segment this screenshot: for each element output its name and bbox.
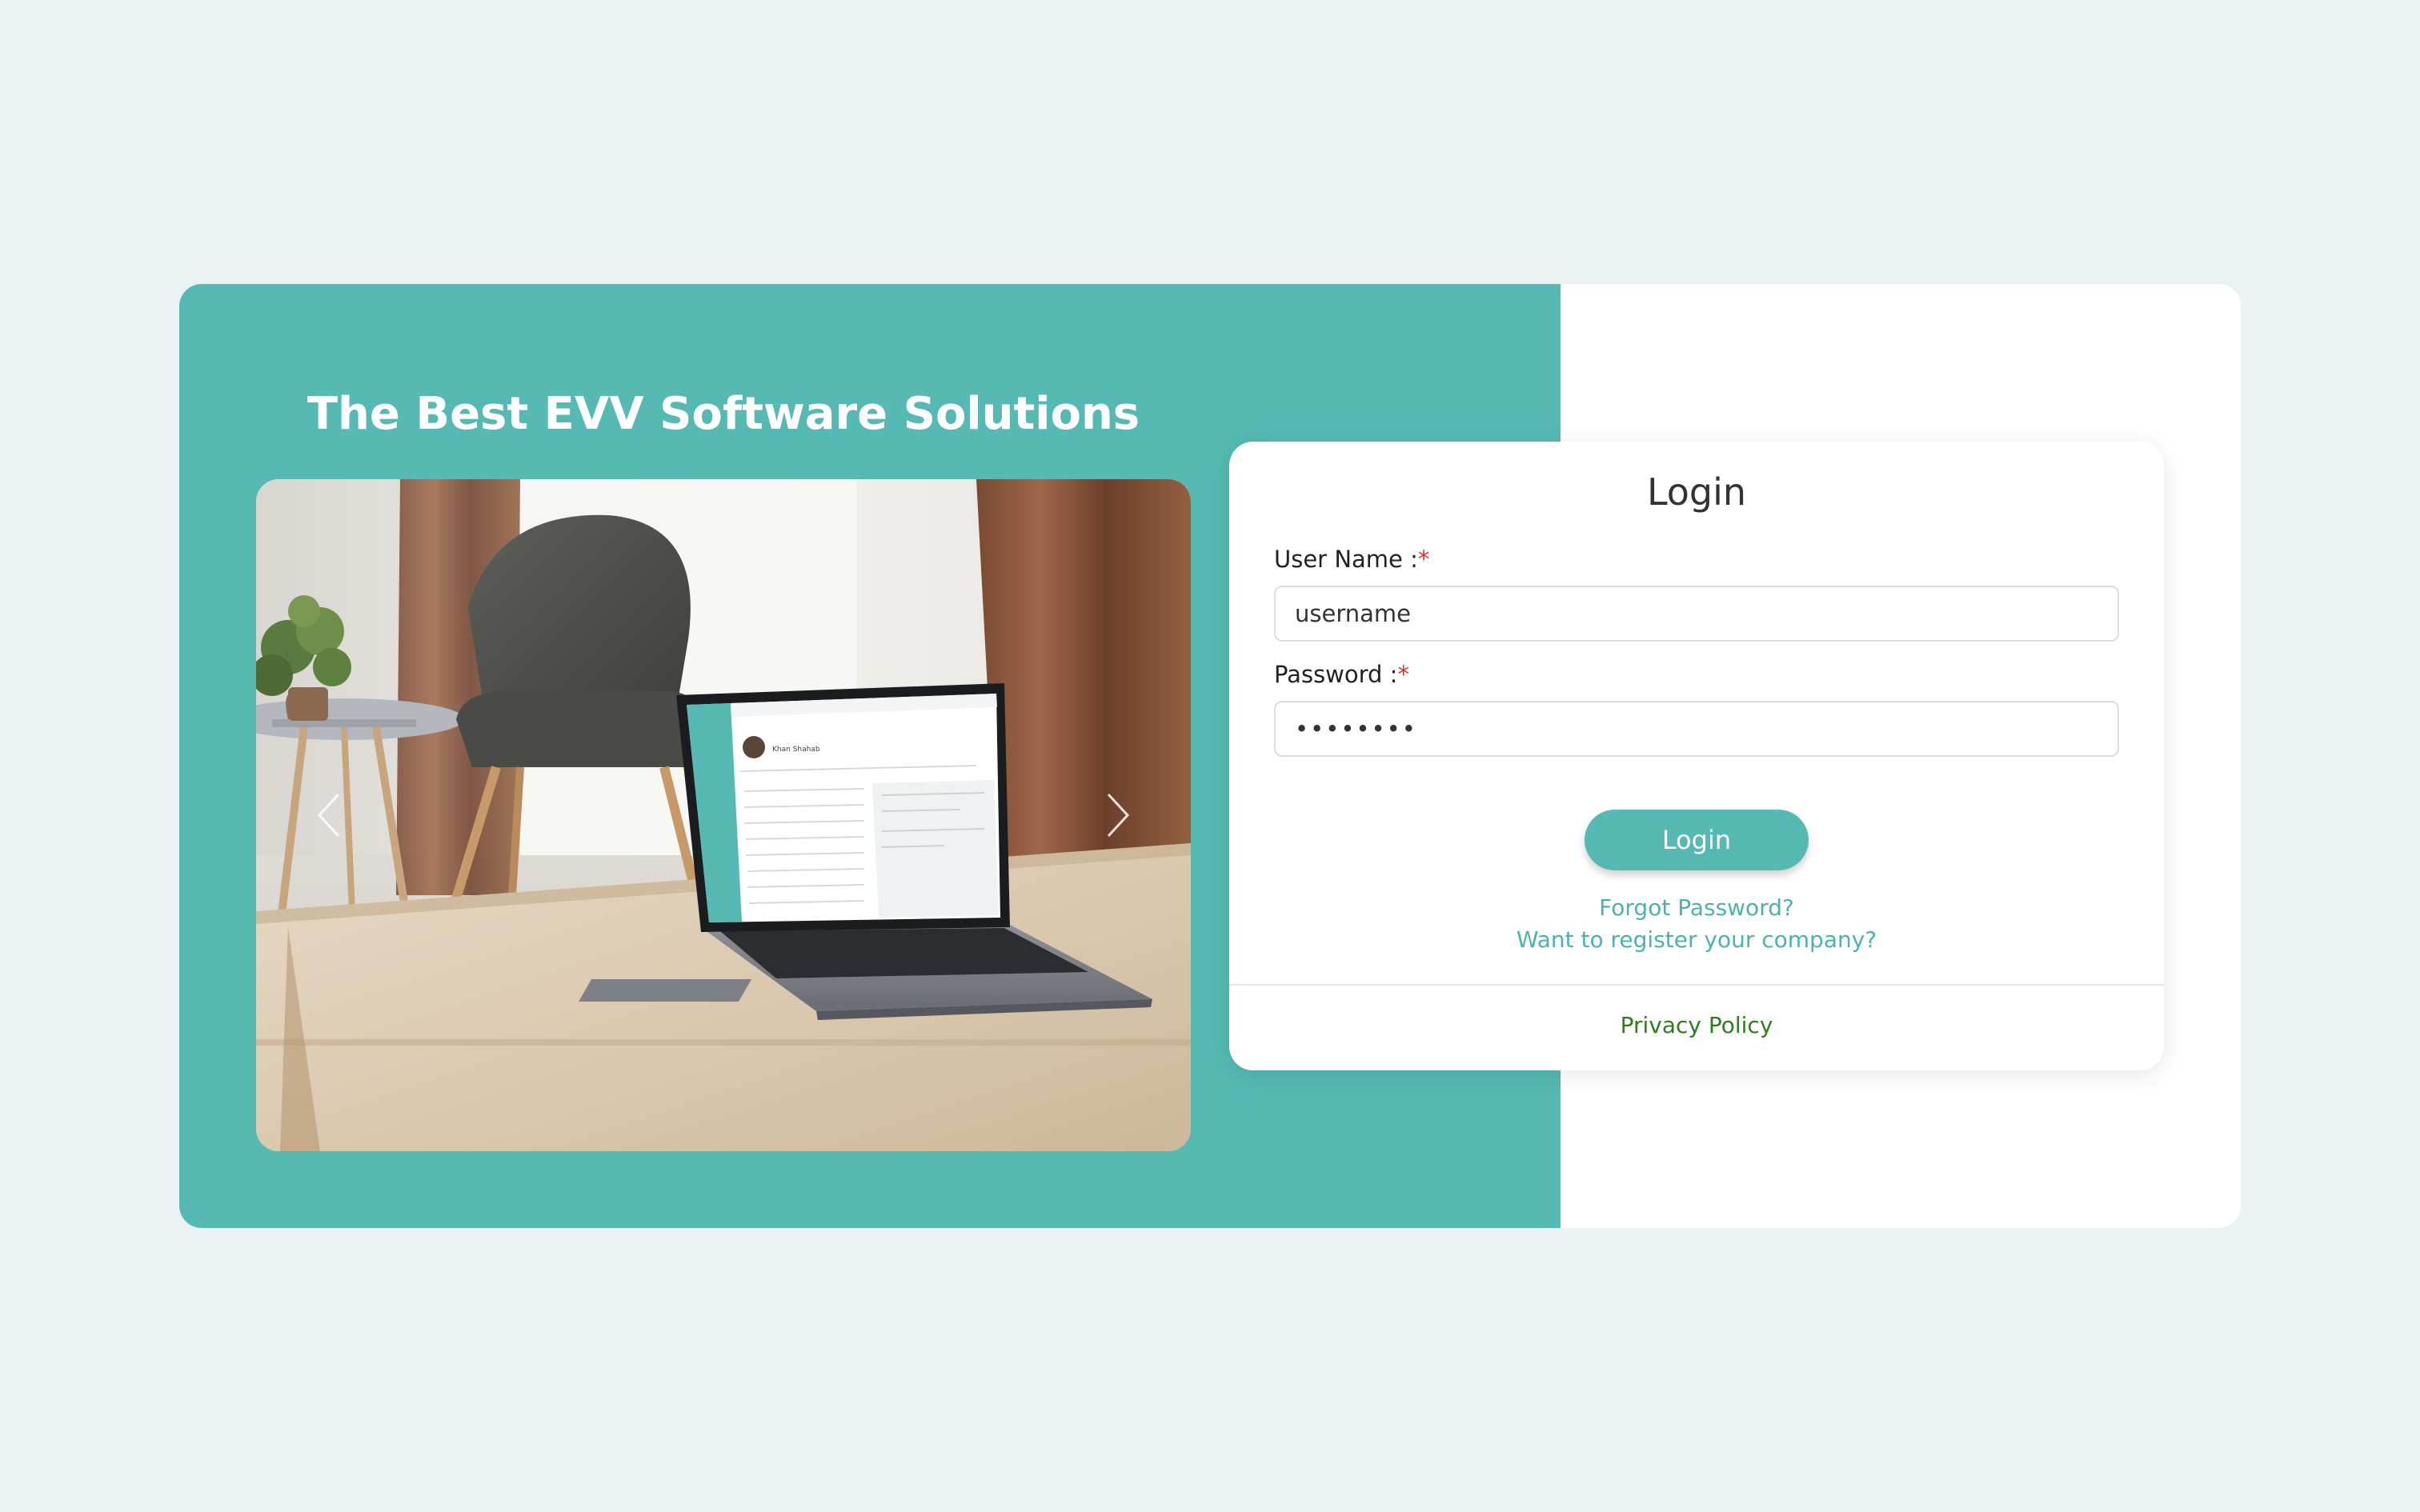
hero-carousel: Khan Shahab — [256, 479, 1191, 1151]
chevron-right-icon — [1107, 793, 1130, 838]
chevron-left-icon — [317, 793, 340, 838]
password-label: Password :* — [1274, 661, 1409, 688]
username-input[interactable] — [1274, 586, 2119, 642]
carousel-prev-button[interactable] — [296, 783, 360, 847]
login-button[interactable]: Login — [1585, 810, 1809, 870]
required-marker: * — [1417, 546, 1430, 573]
username-label-text: User Name : — [1274, 546, 1418, 573]
login-page: The Best EVV Software Solutions Khan Sha… — [0, 0, 2420, 1512]
login-card: Login User Name :* Password :* Login For… — [1229, 442, 2164, 1070]
carousel-next-button[interactable] — [1087, 783, 1151, 847]
login-title: Login — [1646, 470, 1747, 514]
card-divider — [1229, 984, 2164, 986]
privacy-policy-link[interactable]: Privacy Policy — [1229, 1012, 2164, 1038]
hero-headline: The Best EVV Software Solutions — [307, 388, 1140, 440]
laptop-screen-name: Khan Shahab — [772, 746, 820, 754]
required-marker: * — [1397, 661, 1409, 688]
password-input[interactable] — [1274, 701, 2119, 757]
password-label-text: Password : — [1274, 661, 1398, 688]
username-label: User Name :* — [1274, 546, 1429, 573]
forgot-password-link[interactable]: Forgot Password? — [1229, 894, 2164, 921]
register-company-link[interactable]: Want to register your company? — [1229, 926, 2164, 953]
carousel-slide-image: Khan Shahab — [256, 479, 1191, 1151]
